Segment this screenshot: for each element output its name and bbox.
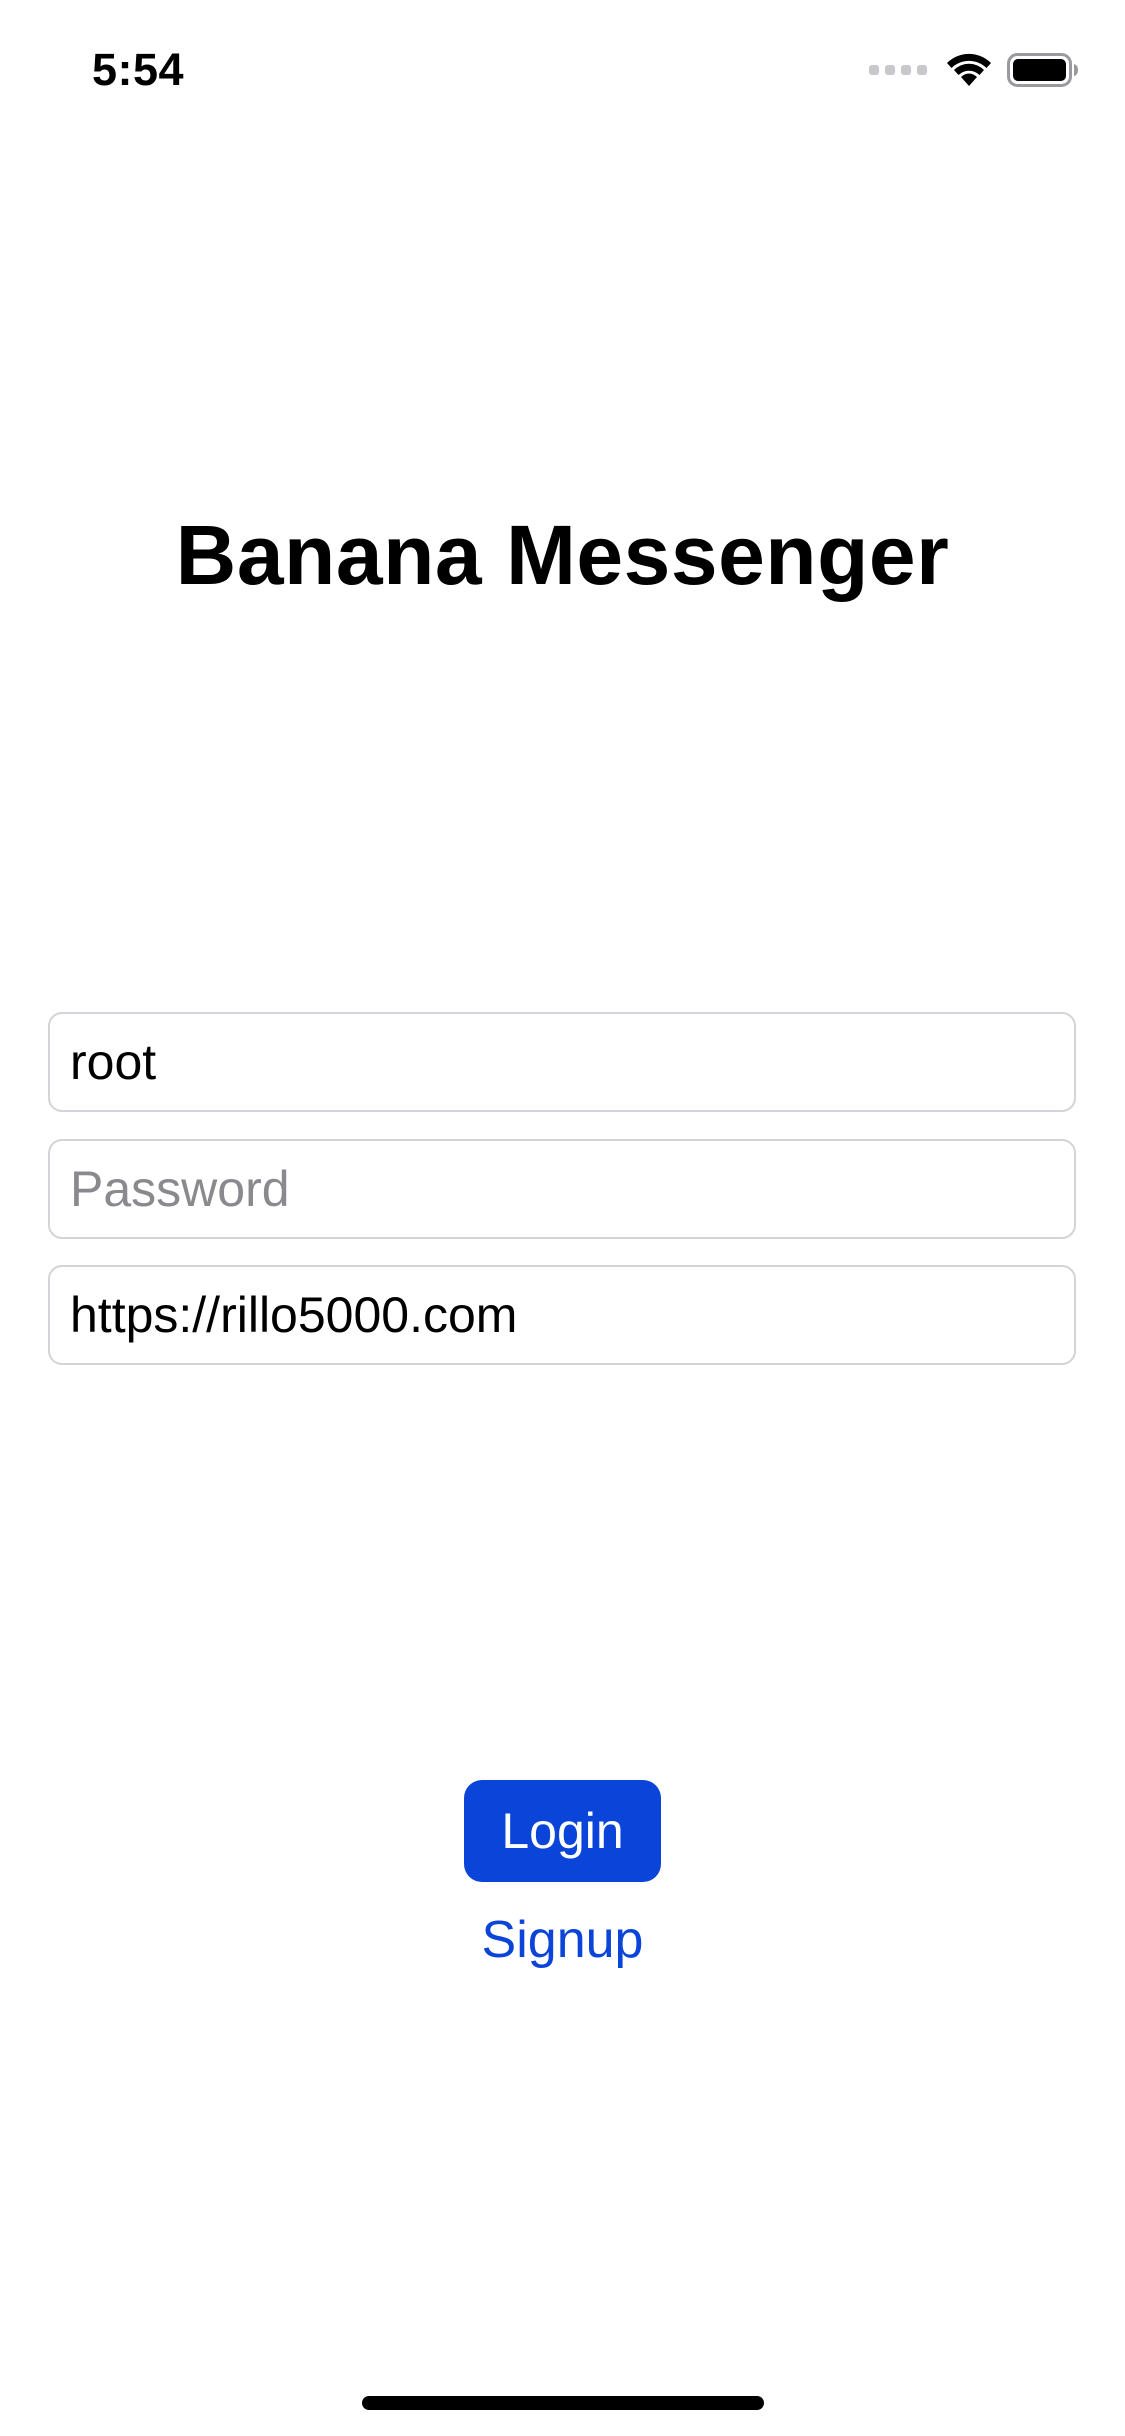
wifi-icon: [947, 53, 991, 86]
login-button[interactable]: Login: [464, 1780, 661, 1882]
status-time: 5:54: [92, 44, 185, 95]
status-icons: [869, 48, 1079, 92]
home-indicator[interactable]: [362, 2396, 764, 2410]
username-field[interactable]: [48, 1012, 1076, 1112]
app-title: Banana Messenger: [175, 508, 950, 602]
server-url-field[interactable]: [48, 1265, 1076, 1365]
cellular-signal-icon: [869, 65, 927, 75]
battery-icon: [1007, 53, 1078, 87]
signup-link[interactable]: Signup: [0, 1908, 1125, 1972]
password-field[interactable]: [48, 1139, 1076, 1239]
